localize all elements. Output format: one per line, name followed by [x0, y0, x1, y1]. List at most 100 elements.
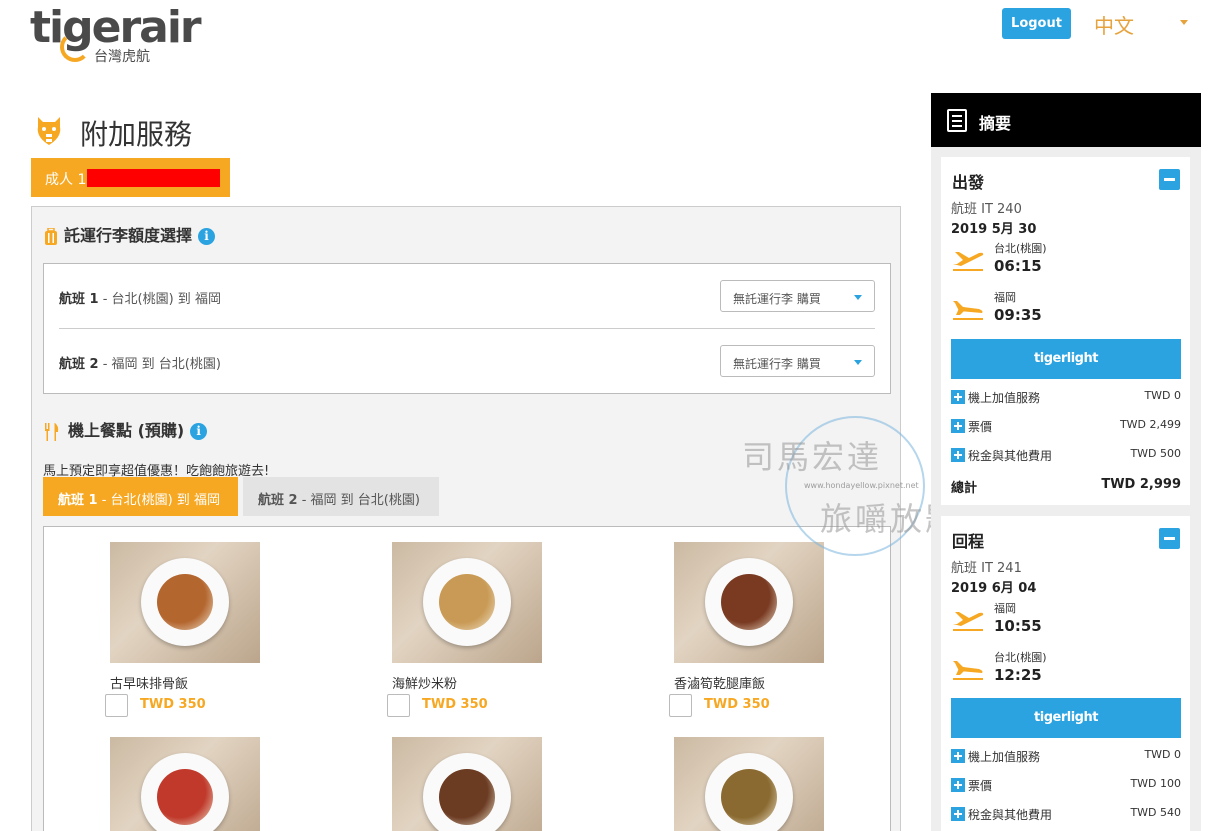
- fork-knife-icon: [45, 422, 59, 441]
- collapse-icon[interactable]: [1159, 169, 1180, 190]
- expand-plus-icon[interactable]: [951, 390, 965, 404]
- baggage-row: 航班 1 - 台北(桃園) 到 福岡 無託運行李 購買: [59, 264, 875, 328]
- meal-image: [392, 542, 542, 663]
- flight-number: 航班 IT 240: [951, 202, 1022, 217]
- outbound-card: 出發 航班 IT 240 2019 5月 30 台北(桃園) 06:15 福岡 …: [941, 157, 1190, 505]
- chevron-down-icon: [854, 360, 862, 365]
- expand-plus-icon[interactable]: [951, 419, 965, 433]
- arrival-leg: 福岡 09:35: [951, 289, 1171, 329]
- takeoff-icon: [953, 612, 984, 631]
- cost-line[interactable]: 機上加值服務 TWD 0: [951, 747, 1181, 767]
- baggage-flight-label: 航班 1 - 台北(桃園) 到 福岡: [59, 292, 221, 307]
- cost-label: 票價: [968, 779, 993, 793]
- summary-title: 摘要: [979, 114, 1012, 133]
- flight-number: 航班 IT 241: [951, 561, 1022, 576]
- logout-button[interactable]: Logout: [1002, 8, 1071, 39]
- meal-image: [110, 542, 260, 663]
- meal-image: [110, 737, 260, 831]
- total-amount: TWD 2,999: [1101, 477, 1181, 492]
- page: tigerair 台灣虎航 Logout 中文 附加服務 成人 1 託運行李額度…: [0, 0, 1213, 831]
- cost-amount: TWD 540: [1130, 806, 1181, 819]
- expand-plus-icon[interactable]: [951, 448, 965, 462]
- chevron-down-icon: [854, 295, 862, 300]
- collapse-icon[interactable]: [1159, 528, 1180, 549]
- baggage-select[interactable]: 無託運行李 購買: [720, 345, 875, 377]
- cost-amount: TWD 100: [1130, 777, 1181, 790]
- baggage-select-value: 無託運行李 購買: [733, 292, 821, 306]
- cost-amount: TWD 0: [1144, 389, 1181, 402]
- cost-line[interactable]: 稅金與其他費用 TWD 540: [951, 805, 1181, 825]
- baggage-select-value: 無託運行李 購買: [733, 357, 821, 371]
- landing-icon: [953, 661, 983, 680]
- logo-swirl-icon: [60, 32, 90, 62]
- meal-heading-text: 機上餐點 (預購): [68, 421, 185, 440]
- info-icon[interactable]: i: [198, 228, 216, 245]
- meal-checkbox[interactable]: [105, 694, 128, 717]
- cost-label: 稅金與其他費用: [968, 449, 1053, 463]
- cost-label: 票價: [968, 420, 993, 434]
- cost-label: 稅金與其他費用: [968, 808, 1053, 822]
- flight-date: 2019 5月 30: [951, 222, 1037, 237]
- cost-line[interactable]: 稅金與其他費用 TWD 500: [951, 446, 1181, 466]
- departure-leg: 台北(桃園) 06:15: [951, 240, 1171, 280]
- meal-name: 海鮮炒米粉: [392, 677, 458, 692]
- total-line: 總計 TWD 2,999: [951, 477, 1181, 497]
- meal-name: 香滷筍乾腿庫飯: [674, 677, 766, 692]
- meal-tab-flight-1[interactable]: 航班 1 - 台北(桃園) 到 福岡: [43, 477, 238, 516]
- document-icon: [947, 109, 967, 132]
- baggage-heading-text: 託運行李額度選擇: [64, 226, 193, 245]
- cost-amount: TWD 500: [1130, 447, 1181, 460]
- baggage-section-heading: 託運行李額度選擇 i: [44, 222, 216, 246]
- add-on-services-panel: 託運行李額度選擇 i 航班 1 - 台北(桃園) 到 福岡 無託運行李 購買 航班…: [31, 206, 901, 831]
- fare-badge: tigerlight: [951, 339, 1181, 379]
- departure-city: 台北(桃園): [994, 242, 1047, 255]
- page-title: 附加服務: [80, 118, 193, 151]
- baggage-row: 航班 2 - 福岡 到 台北(桃園) 無託運行李 購買: [59, 329, 875, 393]
- summary-header: 摘要: [931, 93, 1201, 147]
- info-icon[interactable]: i: [190, 423, 208, 440]
- meal-name: 古早味排骨飯: [110, 677, 189, 692]
- baggage-flight-label: 航班 2 - 福岡 到 台北(桃園): [59, 357, 221, 372]
- baggage-box: 航班 1 - 台北(桃園) 到 福岡 無託運行李 購買 航班 2 - 福岡 到 …: [43, 263, 891, 394]
- return-title: 回程: [952, 532, 985, 551]
- total-label: 總計: [951, 481, 978, 496]
- expand-plus-icon[interactable]: [951, 807, 965, 821]
- cost-label: 機上加值服務: [968, 391, 1041, 405]
- luggage-icon: [45, 226, 57, 245]
- outbound-title: 出發: [952, 173, 985, 192]
- language-selector[interactable]: 中文: [1094, 10, 1134, 39]
- departure-city: 福岡: [994, 602, 1016, 615]
- cost-label: 機上加值服務: [968, 750, 1041, 764]
- cost-line[interactable]: 票價 TWD 2,499: [951, 417, 1181, 437]
- arrival-time: 09:35: [994, 306, 1042, 324]
- meal-tab-flight-2[interactable]: 航班 2 - 福岡 到 台北(桃園): [243, 477, 439, 516]
- flight-date: 2019 6月 04: [951, 581, 1037, 596]
- passenger-tab-label: 成人 1: [45, 172, 87, 188]
- watermark-text: 司馬宏達: [742, 438, 883, 476]
- landing-icon: [953, 301, 983, 320]
- meal-image: [392, 737, 542, 831]
- chevron-down-icon[interactable]: [1180, 20, 1188, 25]
- takeoff-icon: [953, 252, 984, 271]
- cost-line[interactable]: 機上加值服務 TWD 0: [951, 388, 1181, 408]
- return-card: 回程 航班 IT 241 2019 6月 04 福岡 10:55 台北(桃園) …: [941, 516, 1190, 831]
- meal-section-heading: 機上餐點 (預購) i: [44, 417, 208, 441]
- tiger-mascot-icon: [37, 117, 61, 145]
- expand-plus-icon[interactable]: [951, 749, 965, 763]
- meal-checkbox[interactable]: [669, 694, 692, 717]
- fare-badge: tigerlight: [951, 698, 1181, 738]
- arrival-city: 福岡: [994, 291, 1016, 304]
- meal-checkbox[interactable]: [387, 694, 410, 717]
- cost-amount: TWD 2,499: [1119, 418, 1181, 431]
- expand-plus-icon[interactable]: [951, 778, 965, 792]
- logo-subtitle: 台灣虎航: [94, 49, 150, 65]
- arrival-city: 台北(桃園): [994, 651, 1047, 664]
- meal-price: TWD 350: [140, 697, 206, 712]
- meal-image: [674, 737, 824, 831]
- cost-line[interactable]: 票價 TWD 100: [951, 776, 1181, 796]
- departure-time: 06:15: [994, 257, 1042, 275]
- baggage-select[interactable]: 無託運行李 購買: [720, 280, 875, 312]
- redacted-passenger-name: [87, 169, 220, 187]
- tigerair-logo[interactable]: tigerair 台灣虎航: [30, 2, 202, 65]
- arrival-time: 12:25: [994, 666, 1042, 684]
